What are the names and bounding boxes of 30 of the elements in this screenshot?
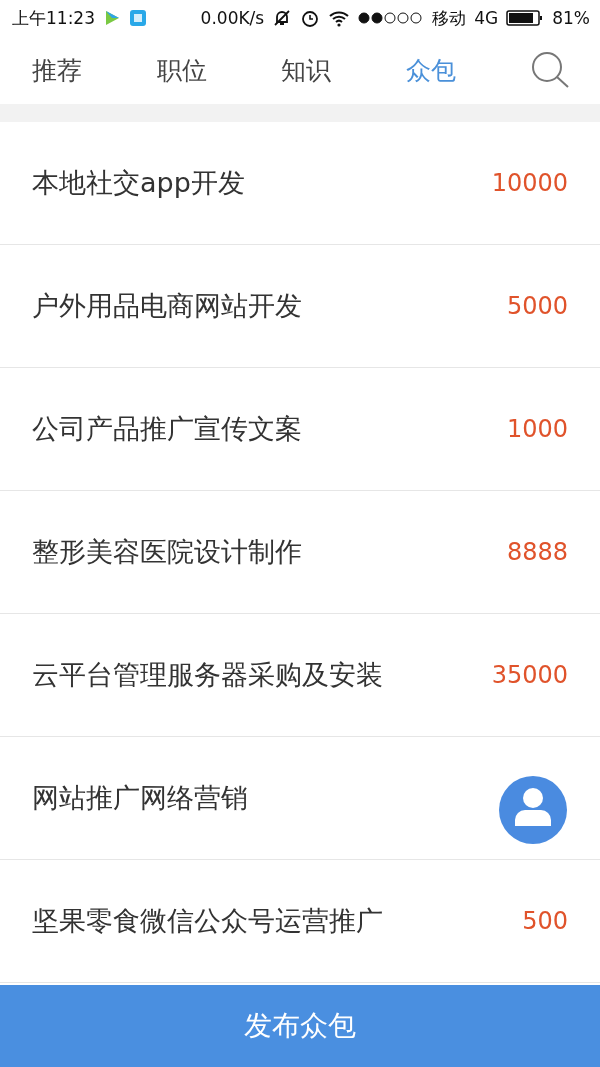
project-title[interactable]: 网站推广网络营销	[32, 780, 248, 816]
project-title[interactable]: 整形美容医院设计制作	[32, 534, 302, 570]
carrier-name: 移动	[432, 6, 467, 30]
project-title[interactable]: 云平台管理服务器采购及安装	[32, 657, 383, 693]
nav-tab[interactable]: 知识	[281, 53, 331, 87]
app-icon	[129, 9, 147, 27]
battery-icon	[506, 9, 545, 27]
user-avatar-icon[interactable]	[499, 776, 567, 844]
network-type: 4G	[474, 8, 499, 28]
network-speed: 0.00K/s	[200, 8, 265, 28]
project-price: 5000	[506, 292, 568, 320]
nav-tab[interactable]: 推荐	[32, 53, 82, 87]
status-time: 上午11:23	[12, 6, 95, 30]
project-price: 1000	[506, 415, 568, 443]
project-price: 500	[522, 907, 568, 935]
project-price: 35000	[491, 661, 568, 689]
wifi-icon	[328, 9, 351, 27]
project-title[interactable]: 本地社交app开发	[32, 165, 245, 201]
project-title[interactable]: 户外用品电商网站开发	[32, 288, 302, 324]
mute-bell-icon	[272, 8, 293, 28]
alarm-clock-icon	[300, 8, 321, 28]
search-icon[interactable]	[530, 50, 570, 90]
project-price: 8888	[506, 538, 568, 566]
signal-dots-icon	[358, 12, 425, 24]
nav-tab[interactable]: 职位	[156, 53, 207, 87]
project-price: 10000	[491, 169, 568, 197]
project-title[interactable]: 公司产品推广宣传文案	[32, 411, 302, 447]
project-title[interactable]: 坚果零食微信公众号运营推广	[32, 903, 383, 939]
video-app-icon	[103, 9, 121, 27]
battery-percent: 81%	[552, 8, 590, 28]
